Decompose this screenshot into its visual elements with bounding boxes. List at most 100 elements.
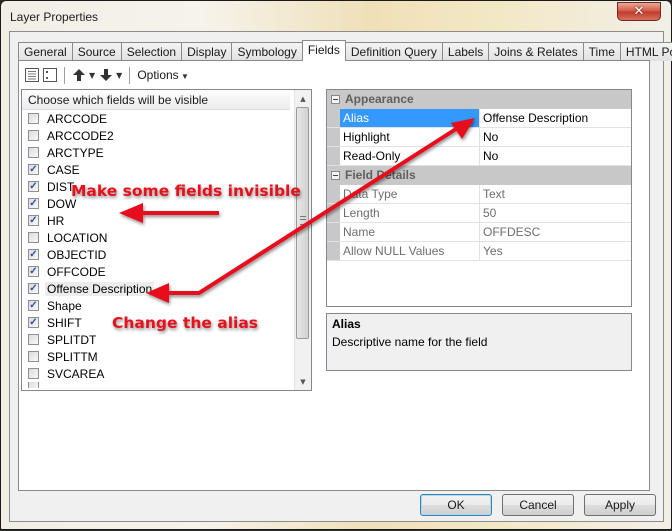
tab-joins-relates[interactable]: Joins & Relates bbox=[488, 42, 584, 61]
list-item[interactable]: ✓ OFFCODE bbox=[22, 263, 311, 280]
options-menu-button[interactable]: Options ▼ bbox=[137, 68, 189, 82]
checkbox-unchecked[interactable] bbox=[28, 351, 39, 362]
property-value[interactable]: No bbox=[480, 128, 631, 146]
field-visibility-list: Choose which fields will be visible ARCC… bbox=[21, 89, 312, 391]
tab-symbology[interactable]: Symbology bbox=[231, 42, 303, 61]
field-label: Shape bbox=[47, 298, 82, 313]
checkbox[interactable] bbox=[28, 382, 39, 388]
tab-fields[interactable]: Fields bbox=[301, 40, 346, 61]
property-row[interactable]: Alias Offense Description bbox=[327, 109, 631, 128]
property-name: Length bbox=[340, 204, 480, 222]
property-row[interactable]: Name OFFDESC bbox=[327, 223, 631, 242]
tab-definition-query[interactable]: Definition Query bbox=[344, 42, 443, 61]
close-button[interactable]: ✕ bbox=[617, 2, 661, 21]
annotation-make-invisible: Make some fields invisible bbox=[71, 182, 301, 200]
property-row[interactable]: Read-Only No bbox=[327, 147, 631, 166]
row-gutter bbox=[327, 223, 340, 241]
property-name: Data Type bbox=[340, 185, 480, 203]
property-name: Alias bbox=[340, 109, 480, 127]
checkbox-unchecked[interactable] bbox=[28, 232, 39, 243]
property-value[interactable]: No bbox=[480, 147, 631, 165]
collapse-icon[interactable] bbox=[331, 95, 340, 104]
list-item[interactable]: ARCCODE2 bbox=[22, 127, 311, 144]
move-down-icon[interactable] bbox=[99, 68, 113, 82]
ok-button[interactable]: OK bbox=[420, 494, 492, 516]
scroll-thumb[interactable] bbox=[296, 107, 309, 339]
list-item[interactable]: SPLITDT bbox=[22, 331, 311, 348]
list-view-icon[interactable] bbox=[43, 68, 57, 82]
tab-html-popup[interactable]: HTML Popup bbox=[619, 42, 672, 61]
grip-icon bbox=[300, 216, 306, 225]
checkbox-checked[interactable]: ✓ bbox=[28, 266, 39, 277]
checkbox-checked[interactable]: ✓ bbox=[28, 283, 39, 294]
description-text: Descriptive name for the field bbox=[332, 335, 488, 349]
move-up-icon[interactable] bbox=[72, 68, 86, 82]
checkbox-unchecked[interactable] bbox=[28, 130, 39, 141]
checkbox-unchecked[interactable] bbox=[28, 147, 39, 158]
property-row[interactable]: Data Type Text bbox=[327, 185, 631, 204]
property-row[interactable]: Highlight No bbox=[327, 128, 631, 147]
scroll-down-icon[interactable]: ▼ bbox=[295, 373, 311, 390]
tab-general[interactable]: General bbox=[18, 42, 73, 61]
annotation-change-alias: Change the alias bbox=[112, 314, 259, 332]
tab-time[interactable]: Time bbox=[582, 42, 621, 61]
description-title: Alias bbox=[332, 317, 361, 331]
collapse-icon[interactable] bbox=[331, 171, 340, 180]
row-gutter bbox=[327, 147, 340, 165]
dialog-client: General Source Selection Display Symbology Fi… bbox=[9, 31, 672, 522]
list-item[interactable]: ✓ Offense Description bbox=[22, 280, 311, 297]
checkbox-checked[interactable]: ✓ bbox=[28, 215, 39, 226]
tab-display[interactable]: Display bbox=[181, 42, 233, 61]
checkbox-checked[interactable]: ✓ bbox=[28, 249, 39, 260]
checkbox-checked[interactable]: ✓ bbox=[28, 181, 39, 192]
property-row[interactable]: Allow NULL Values Yes bbox=[327, 242, 631, 261]
list-item[interactable]: ARCTYPE bbox=[22, 144, 311, 161]
property-value[interactable]: Offense Description bbox=[480, 109, 631, 127]
checkbox-unchecked[interactable] bbox=[28, 334, 39, 345]
move-down-dropdown-icon[interactable]: ▼ bbox=[116, 71, 122, 80]
property-name: Highlight bbox=[340, 128, 480, 146]
row-gutter bbox=[327, 185, 340, 203]
list-item[interactable]: ✓ CASE bbox=[22, 161, 311, 178]
window-title: Layer Properties bbox=[10, 10, 99, 24]
list-item[interactable]: ✓ HR bbox=[22, 212, 311, 229]
checkbox-checked[interactable]: ✓ bbox=[28, 198, 39, 209]
table-view-icon[interactable] bbox=[25, 68, 39, 82]
field-list-items: ARCCODE ARCCODE2 ARCTYPE ✓ CASE ✓ DIST ✓ DOW ✓ HR L… bbox=[22, 110, 311, 382]
checkbox-unchecked[interactable] bbox=[28, 113, 39, 124]
cancel-button[interactable]: Cancel bbox=[502, 494, 574, 516]
list-item-partial bbox=[22, 382, 311, 388]
list-item[interactable]: SPLITTM bbox=[22, 348, 311, 365]
list-item[interactable]: SVCAREA bbox=[22, 365, 311, 382]
list-item[interactable]: ✓ OBJECTID bbox=[22, 246, 311, 263]
scroll-up-icon[interactable]: ▲ bbox=[295, 90, 311, 107]
list-item[interactable]: ✓ Shape bbox=[22, 297, 311, 314]
tab-labels[interactable]: Labels bbox=[441, 42, 490, 61]
tab-source[interactable]: Source bbox=[71, 42, 122, 61]
apply-button[interactable]: Apply bbox=[584, 494, 656, 516]
checkbox-checked[interactable]: ✓ bbox=[28, 317, 39, 328]
checkbox-unchecked[interactable] bbox=[28, 368, 39, 379]
field-label: SVCAREA bbox=[47, 366, 105, 381]
property-name: Allow NULL Values bbox=[340, 242, 480, 260]
row-gutter bbox=[327, 109, 340, 127]
field-label: SPLITDT bbox=[47, 332, 97, 347]
toolbar-separator bbox=[129, 66, 131, 84]
list-item[interactable]: LOCATION bbox=[22, 229, 311, 246]
list-item[interactable]: ARCCODE bbox=[22, 110, 311, 127]
vertical-scrollbar[interactable]: ▲ ▼ bbox=[294, 90, 311, 390]
tab-selection[interactable]: Selection bbox=[120, 42, 183, 61]
move-up-dropdown-icon[interactable]: ▼ bbox=[89, 71, 95, 80]
row-gutter bbox=[327, 128, 340, 146]
property-row[interactable]: Length 50 bbox=[327, 204, 631, 223]
property-category[interactable]: Appearance bbox=[327, 90, 631, 109]
checkbox-checked[interactable]: ✓ bbox=[28, 300, 39, 311]
fields-toolbar: ▼ ▼ Options ▼ bbox=[25, 65, 189, 85]
fields-tab-page: ▼ ▼ Options ▼ Choose which fields will b… bbox=[18, 60, 650, 491]
checkbox-checked[interactable]: ✓ bbox=[28, 164, 39, 175]
category-name: Field Details bbox=[345, 168, 416, 182]
property-grid: Appearance Alias Offense Description Highli… bbox=[326, 89, 632, 307]
property-name: Read-Only bbox=[340, 147, 480, 165]
property-category[interactable]: Field Details bbox=[327, 166, 631, 185]
chevron-down-icon: ▼ bbox=[181, 72, 189, 81]
